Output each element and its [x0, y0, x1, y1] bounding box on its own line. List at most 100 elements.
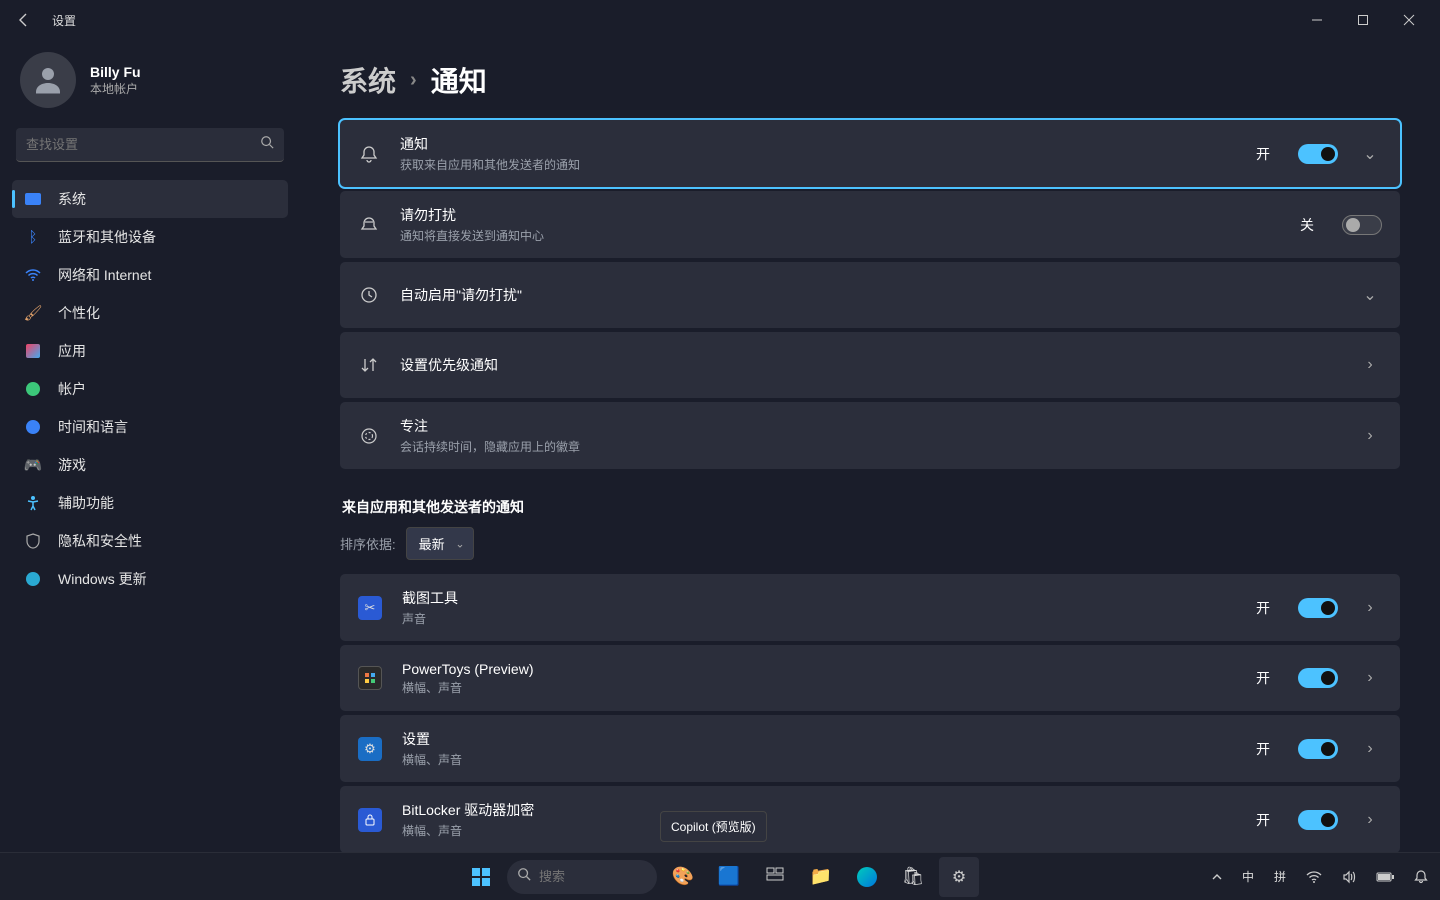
- card-auto-dnd[interactable]: 自动启用"请勿打扰" ⌄: [340, 262, 1400, 328]
- taskbar-app-2[interactable]: 🟦: [709, 857, 749, 897]
- clock-icon: [26, 420, 40, 434]
- maximize-button[interactable]: [1340, 4, 1386, 36]
- taskbar-app-1[interactable]: 🎨: [663, 857, 703, 897]
- search-icon: [260, 135, 274, 154]
- tray-overflow[interactable]: [1208, 857, 1226, 897]
- search-box[interactable]: [16, 128, 284, 162]
- taskbar-search-input[interactable]: [539, 869, 643, 884]
- system-tray: 中 拼: [1208, 857, 1432, 897]
- sidebar-item-update[interactable]: Windows 更新: [12, 560, 288, 598]
- close-button[interactable]: [1386, 4, 1432, 36]
- app-row-bitlocker[interactable]: BitLocker 驱动器加密 横幅、声音 开 ›: [340, 786, 1400, 852]
- tray-ime-lang[interactable]: 中: [1238, 857, 1258, 897]
- chevron-right-icon[interactable]: ›: [1358, 356, 1382, 374]
- taskbar-app-3[interactable]: [755, 857, 795, 897]
- chevron-down-icon: ⌄: [455, 537, 464, 550]
- breadcrumb: 系统 › 通知: [340, 60, 1400, 100]
- tray-ime-mode[interactable]: 拼: [1270, 857, 1290, 897]
- profile[interactable]: Billy Fu 本地帐户: [12, 40, 288, 128]
- app-toggle[interactable]: [1298, 739, 1338, 759]
- sidebar-item-label: 网络和 Internet: [58, 265, 151, 285]
- sidebar-item-label: 帐户: [58, 379, 86, 399]
- chevron-right-icon[interactable]: ›: [1358, 740, 1382, 758]
- sidebar-item-apps[interactable]: 应用: [12, 332, 288, 370]
- sidebar-item-accessibility[interactable]: 辅助功能: [12, 484, 288, 522]
- app-row-powertoys[interactable]: PowerToys (Preview) 横幅、声音 开 ›: [340, 645, 1400, 711]
- toggle-state: 开: [1256, 810, 1270, 830]
- sidebar-item-label: 蓝牙和其他设备: [58, 227, 156, 247]
- search-input[interactable]: [26, 137, 260, 152]
- app-toggle[interactable]: [1298, 810, 1338, 830]
- breadcrumb-parent[interactable]: 系统: [340, 60, 396, 100]
- tray-wifi[interactable]: [1302, 857, 1326, 897]
- system-icon: [25, 193, 41, 205]
- toggle-state: 开: [1256, 739, 1270, 759]
- start-button[interactable]: [461, 857, 501, 897]
- dnd-toggle[interactable]: [1342, 215, 1382, 235]
- chevron-right-icon[interactable]: ›: [1358, 599, 1382, 617]
- chevron-down-icon[interactable]: ⌄: [1358, 285, 1382, 305]
- sidebar-item-label: 应用: [58, 341, 86, 361]
- battery-icon: [1376, 872, 1394, 882]
- windows-icon: [471, 867, 491, 887]
- card-notifications[interactable]: 通知 获取来自应用和其他发送者的通知 开 ⌄: [340, 120, 1400, 187]
- apps-icon: [26, 344, 40, 358]
- sidebar-item-bluetooth[interactable]: ᛒ蓝牙和其他设备: [12, 218, 288, 256]
- card-dnd[interactable]: 请勿打扰 通知将直接发送到通知中心 关: [340, 191, 1400, 258]
- sidebar-item-privacy[interactable]: 隐私和安全性: [12, 522, 288, 560]
- tray-notifications[interactable]: [1410, 857, 1432, 897]
- chevron-right-icon[interactable]: ›: [1358, 427, 1382, 445]
- sidebar-item-gaming[interactable]: 🎮游戏: [12, 446, 288, 484]
- taskbar-explorer[interactable]: 📁: [801, 857, 841, 897]
- card-title: 自动启用"请勿打扰": [400, 285, 1338, 305]
- taskbar-settings[interactable]: ⚙: [939, 857, 979, 897]
- taskbar-store[interactable]: 🛍: [893, 857, 933, 897]
- sidebar-item-accounts[interactable]: 帐户: [12, 370, 288, 408]
- chevron-right-icon[interactable]: ›: [1358, 811, 1382, 829]
- app-sub: 横幅、声音: [402, 751, 1236, 768]
- back-button[interactable]: [8, 4, 40, 36]
- app-title: PowerToys (Preview): [402, 661, 1236, 677]
- chevron-down-icon[interactable]: ⌄: [1358, 144, 1382, 164]
- app-sub: 声音: [402, 610, 1236, 627]
- gear-icon: ⚙: [952, 867, 966, 887]
- card-sub: 会话持续时间，隐藏应用上的徽章: [400, 438, 1338, 455]
- card-title: 设置优先级通知: [400, 355, 1338, 375]
- sidebar-item-label: 游戏: [58, 455, 86, 475]
- app-row-settings[interactable]: ⚙ 设置 横幅、声音 开 ›: [340, 715, 1400, 782]
- app-toggle[interactable]: [1298, 668, 1338, 688]
- brush-icon: 🖌: [24, 304, 42, 322]
- sidebar-item-system[interactable]: 系统: [12, 180, 288, 218]
- update-icon: [26, 572, 40, 586]
- tray-volume[interactable]: [1338, 857, 1360, 897]
- tray-battery[interactable]: [1372, 857, 1398, 897]
- sidebar-item-network[interactable]: 网络和 Internet: [12, 256, 288, 294]
- card-sub: 获取来自应用和其他发送者的通知: [400, 156, 1236, 173]
- card-focus[interactable]: 专注 会话持续时间，隐藏应用上的徽章 ›: [340, 402, 1400, 469]
- store-icon: 🛍: [902, 866, 925, 887]
- paint-icon: 🎨: [672, 866, 694, 887]
- sidebar-item-label: 隐私和安全性: [58, 531, 142, 551]
- chevron-up-icon: [1212, 872, 1222, 882]
- taskbar-edge[interactable]: [847, 857, 887, 897]
- sort-select[interactable]: 最新 ⌄: [406, 527, 474, 560]
- notifications-toggle[interactable]: [1298, 144, 1338, 164]
- minimize-button[interactable]: [1294, 4, 1340, 36]
- folder-icon: 📁: [810, 866, 832, 887]
- sidebar-item-personalize[interactable]: 🖌个性化: [12, 294, 288, 332]
- card-title: 专注: [400, 416, 1338, 436]
- app-row-snipping[interactable]: ✂ 截图工具 声音 开 ›: [340, 574, 1400, 641]
- app-toggle[interactable]: [1298, 598, 1338, 618]
- taskbar-search[interactable]: [507, 860, 657, 894]
- chevron-right-icon[interactable]: ›: [1358, 669, 1382, 687]
- titlebar: 设置: [0, 0, 1440, 40]
- bell-icon: [1414, 870, 1428, 884]
- sidebar-item-time[interactable]: 时间和语言: [12, 408, 288, 446]
- sort-value: 最新: [419, 537, 445, 552]
- dnd-icon: [358, 216, 380, 234]
- focus-icon: [358, 427, 380, 445]
- task-view-icon: [766, 867, 784, 886]
- close-icon: [1403, 14, 1415, 26]
- card-priority[interactable]: 设置优先级通知 ›: [340, 332, 1400, 398]
- tooltip: Copilot (预览版): [660, 811, 767, 842]
